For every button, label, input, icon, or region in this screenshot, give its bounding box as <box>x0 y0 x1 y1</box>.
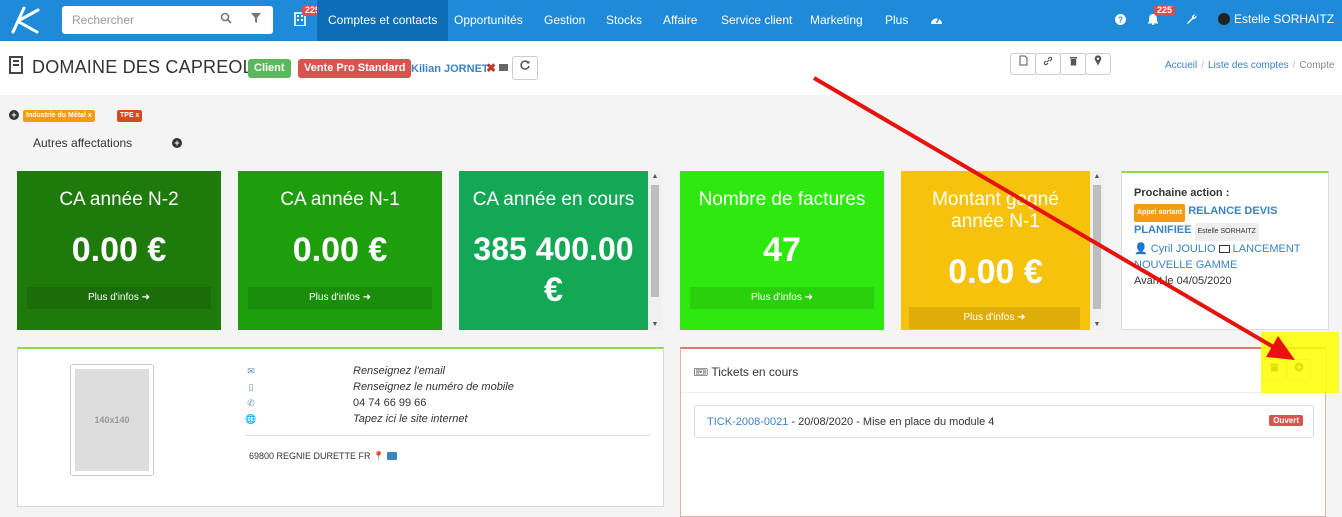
annotation-arrow <box>812 76 1295 360</box>
